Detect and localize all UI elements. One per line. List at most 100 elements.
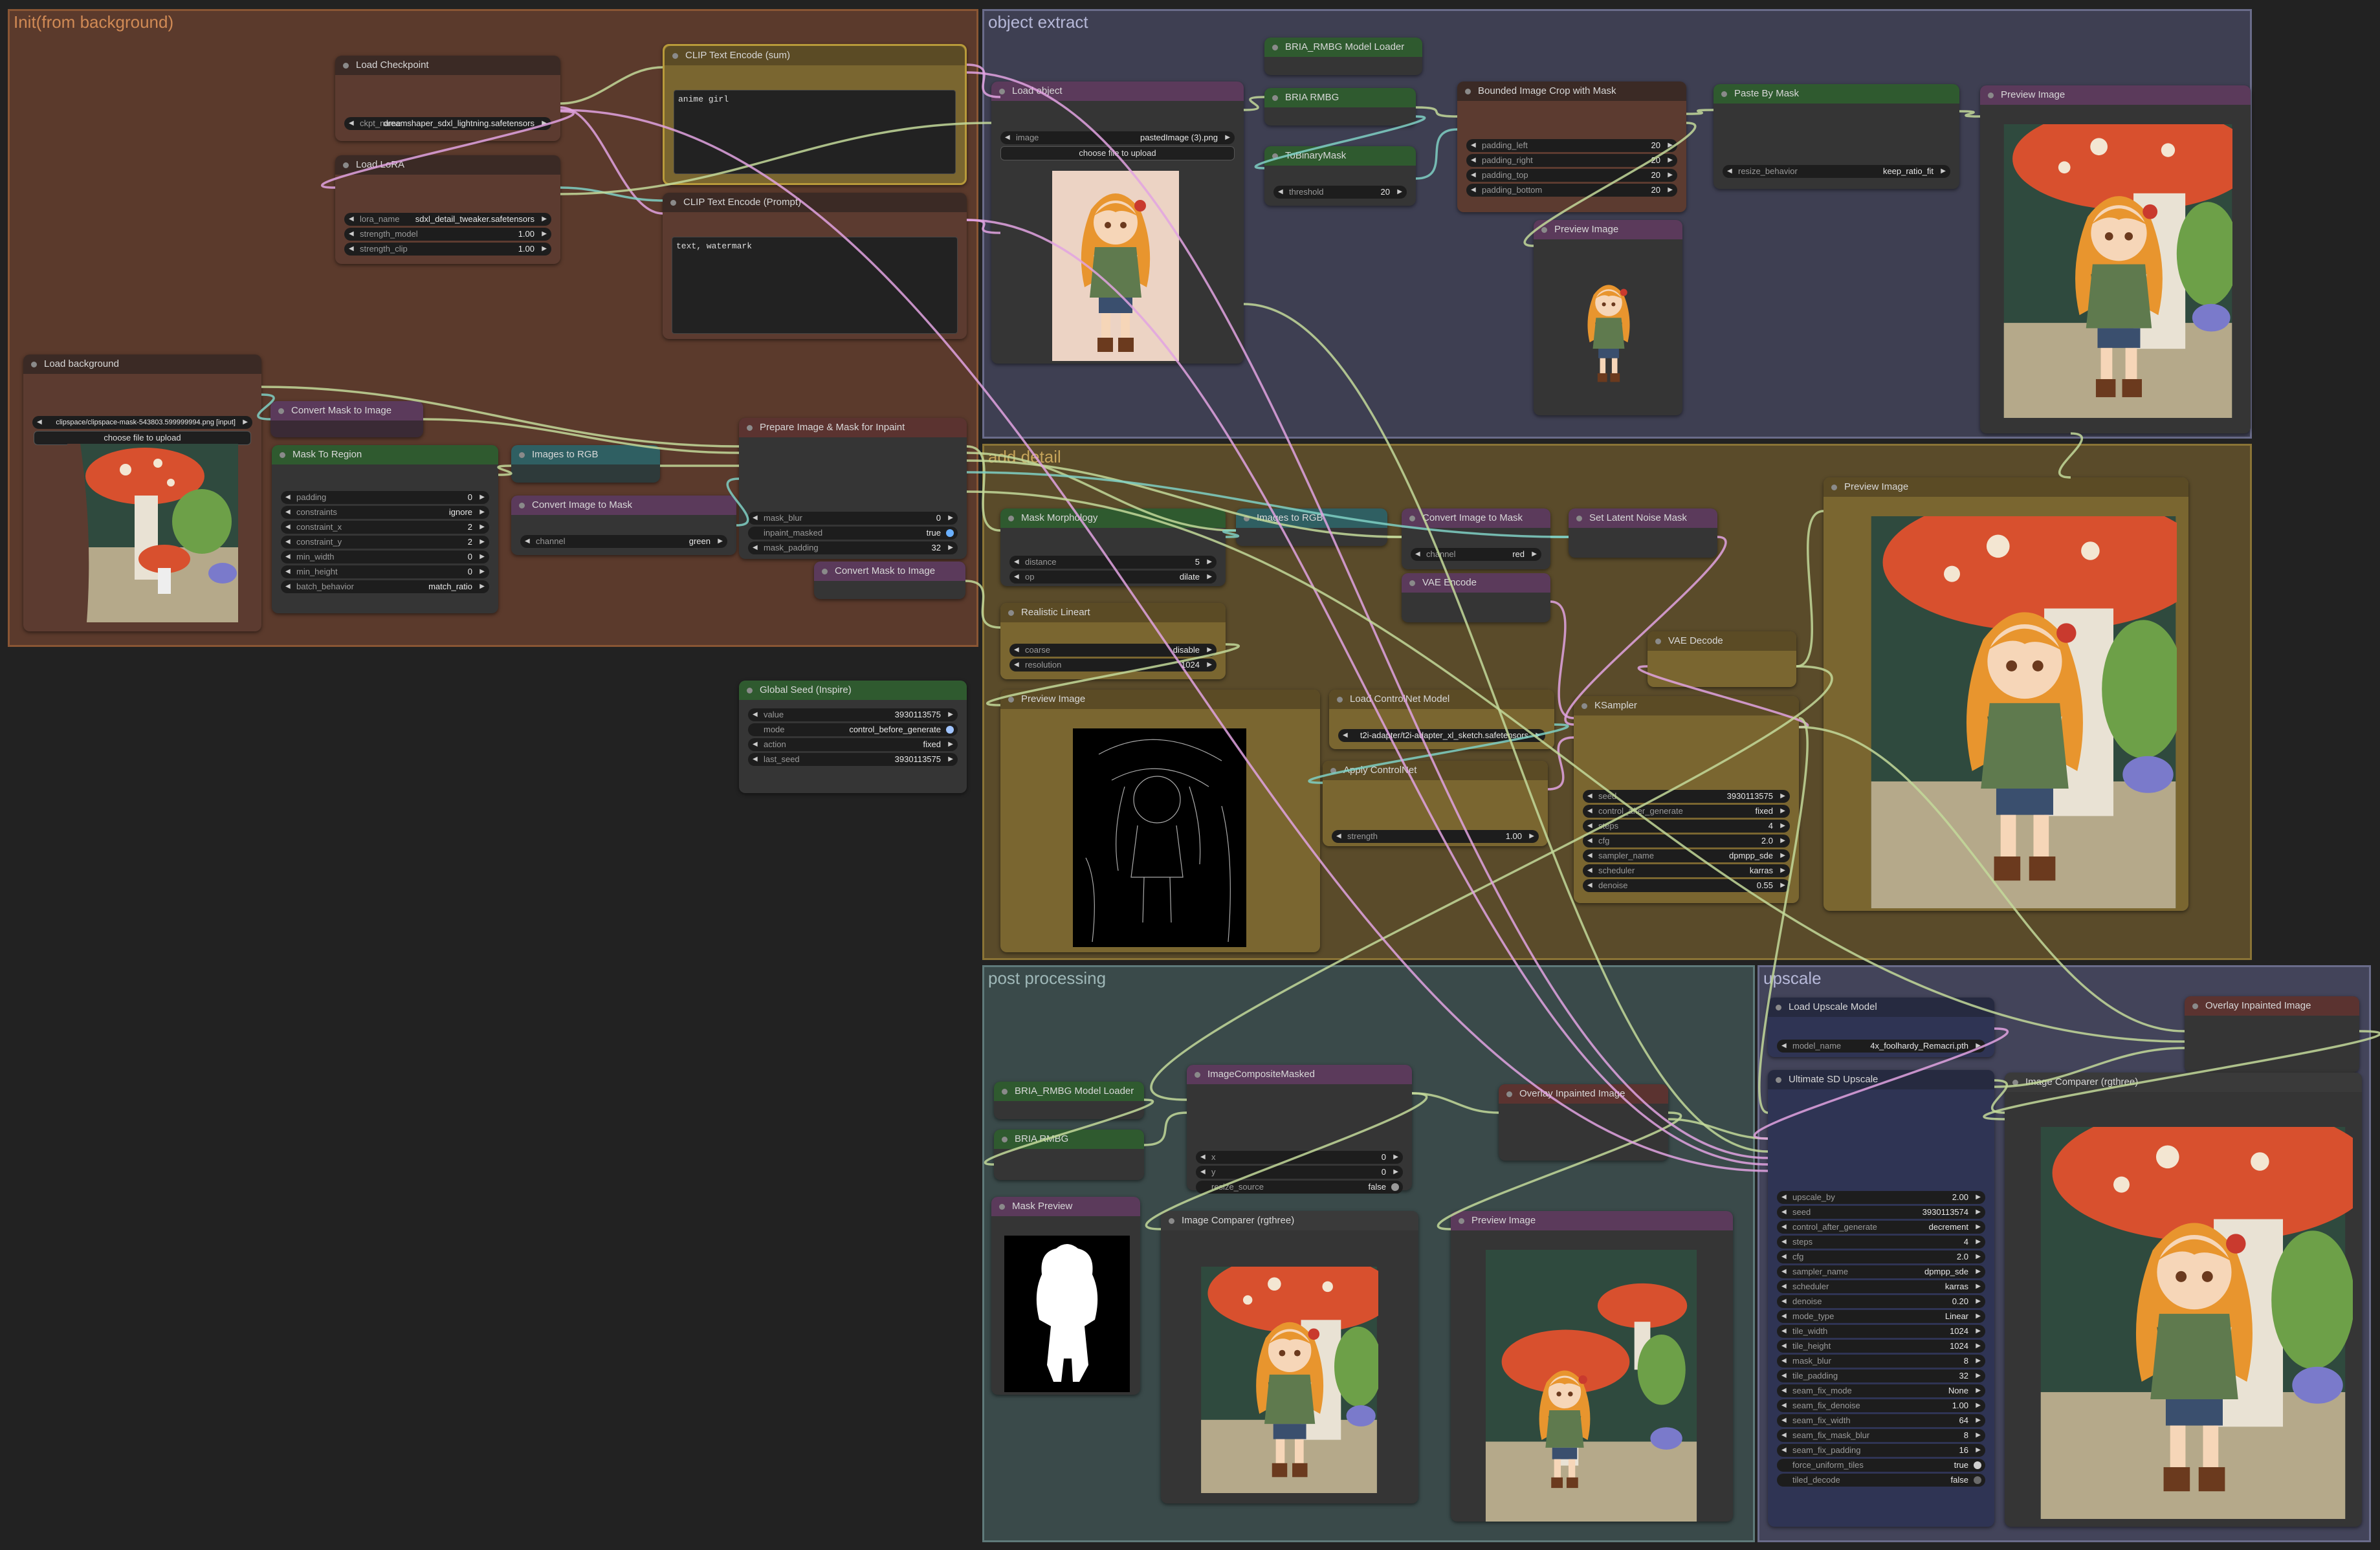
widget-action[interactable]: actionfixed [748,738,958,751]
widget-sampler-name[interactable]: sampler_namedpmpp_sde [1583,849,1790,862]
channel-widget[interactable]: channelgreen [520,535,727,548]
node-paste-by-mask[interactable]: Paste By Mask resize_behaviorkeep_ratio_… [1713,84,1959,189]
node-to-binary-mask[interactable]: ToBinaryMask threshold20 [1264,146,1416,206]
widget-mask-blur[interactable]: mask_blur8 [1777,1355,1985,1368]
node-bria-rmbg-1[interactable]: BRIA RMBG [1264,88,1416,126]
node-load-controlnet[interactable]: Load ControlNet Model t2i-adapter/t2i-ad… [1329,690,1554,749]
widget-seam-fix-width[interactable]: seam_fix_width64 [1777,1414,1985,1427]
widget-seam-fix-denoise[interactable]: seam_fix_denoise1.00 [1777,1399,1985,1412]
force-uniform-tiles-toggle[interactable]: force_uniform_tiles true [1777,1459,1985,1472]
strength-model-widget[interactable]: strength_model1.00 [344,228,551,241]
node-convert-mask-to-image-2[interactable]: Convert Mask to Image [814,562,965,599]
widget-batch-behavior[interactable]: batch_behaviormatch_ratio [281,580,489,593]
resize-source-toggle[interactable]: resize_source false [1196,1181,1403,1194]
node-overlay-inpainted-1[interactable]: Overlay Inpainted Image [1499,1084,1668,1161]
widget-mode-type[interactable]: mode_typeLinear [1777,1310,1985,1323]
node-preview-lineart[interactable]: Preview Image [1000,690,1320,952]
channel-widget[interactable]: channelred [1411,548,1541,561]
node-clip-text-encode-sum[interactable]: CLIP Text Encode (sum) anime girl [663,44,967,185]
lora-name-widget[interactable]: lora_namesdxl_detail_tweaker.safetensors [344,213,551,226]
widget-upscale-by[interactable]: upscale_by2.00 [1777,1191,1985,1204]
widget-padding-left[interactable]: padding_left20 [1466,139,1677,152]
widget-padding-top[interactable]: padding_top20 [1466,169,1677,182]
object-image-select[interactable]: imagepastedImage (3).png [1000,131,1235,144]
widget-constraint-y[interactable]: constraint_y2 [281,536,489,549]
mask-blur-widget[interactable]: mask_blur0 [748,512,958,525]
node-mask-to-region[interactable]: Mask To Region padding0 constraintsignore… [272,445,498,613]
widget-constraint-x[interactable]: constraint_x2 [281,521,489,534]
toggle-knob[interactable] [1391,1183,1399,1191]
widget-cfg[interactable]: cfg2.0 [1777,1250,1985,1263]
widget-scheduler[interactable]: schedulerkarras [1583,864,1790,877]
x-widget[interactable]: x0 [1196,1151,1403,1164]
node-bria-model-loader-1[interactable]: BRIA_RMBG Model Loader [1264,38,1422,75]
node-vae-encode[interactable]: VAE Encode [1402,573,1550,622]
background-image-select[interactable]: clipspace/clipspace-mask-543803.59999999… [32,416,252,429]
resize-behavior-widget[interactable]: resize_behaviorkeep_ratio_fit [1723,165,1950,178]
widget-last-seed[interactable]: last_seed3930113575 [748,753,958,766]
toggle-knob[interactable] [946,529,954,537]
node-bria-model-loader-2[interactable]: BRIA_RMBG Model Loader [994,1082,1144,1119]
widget-denoise[interactable]: denoise0.20 [1777,1295,1985,1308]
distance-widget[interactable]: distance5 [1009,556,1217,569]
node-overlay-inpainted-2[interactable]: Overlay Inpainted Image [2185,996,2359,1073]
node-images-to-rgb-2[interactable]: Images to RGB [1236,508,1387,546]
widget-seed[interactable]: seed3930113575 [1583,790,1790,803]
node-bounded-image-crop[interactable]: Bounded Image Crop with Mask padding_lef… [1457,82,1686,212]
node-set-latent-noise-mask[interactable]: Set Latent Noise Mask [1569,508,1717,558]
widget-sampler-name[interactable]: sampler_namedpmpp_sde [1777,1265,1985,1278]
node-preview-paste[interactable]: Preview Image [1980,85,2251,433]
widget-scheduler[interactable]: schedulerkarras [1777,1280,1985,1293]
node-ultimate-sd-upscale[interactable]: Ultimate SD Upscale upscale_by2.00 seed39… [1768,1070,1994,1527]
widget-steps[interactable]: steps4 [1777,1236,1985,1249]
node-vae-decode[interactable]: VAE Decode [1647,631,1796,687]
node-ksampler[interactable]: KSampler seed3930113575 control_after_gen… [1574,696,1799,903]
strength-widget[interactable]: strength1.00 [1332,830,1539,843]
negative-prompt-textarea[interactable]: text, watermark [672,237,958,334]
node-convert-image-to-mask-1[interactable]: Convert Image to Mask channelgreen [511,496,736,555]
toggle-knob[interactable] [1974,1461,1981,1469]
model-name-widget[interactable]: model_name4x_foolhardy_Remacri.pth [1777,1040,1985,1053]
node-convert-mask-to-image-1[interactable]: Convert Mask to Image [270,401,423,437]
node-apply-controlnet[interactable]: Apply ControlNet strength1.00 [1323,761,1548,846]
node-image-comparer-2[interactable]: Image Comparer (rgthree) [2005,1073,2362,1527]
node-load-lora[interactable]: Load LoRA lora_namesdxl_detail_tweaker.s… [335,155,560,264]
node-image-comparer-1[interactable]: Image Comparer (rgthree) [1161,1211,1418,1503]
widget-control-after-generate[interactable]: control_after_generatefixed [1583,805,1790,818]
widget-padding-right[interactable]: padding_right20 [1466,154,1677,167]
prompt-textarea[interactable]: anime girl [674,90,956,174]
widget-seam-fix-mode[interactable]: seam_fix_modeNone [1777,1384,1985,1397]
node-preview-detail[interactable]: Preview Image [1824,477,2188,911]
widget-seam-fix-padding[interactable]: seam_fix_padding16 [1777,1444,1985,1457]
widget-tile-padding[interactable]: tile_padding32 [1777,1370,1985,1382]
threshold-widget[interactable]: threshold20 [1273,186,1407,199]
widget-constraints[interactable]: constraintsignore [281,506,489,519]
toggle-knob[interactable] [946,726,954,734]
widget-seam-fix-mask-blur[interactable]: seam_fix_mask_blur8 [1777,1429,1985,1442]
choose-file-button[interactable]: choose file to upload [1000,146,1235,160]
controlnet-name-widget[interactable]: t2i-adapter/t2i-adapter_xl_sketch.safete… [1338,729,1545,742]
tiled-decode-toggle[interactable]: tiled_decode false [1777,1474,1985,1487]
widget-padding-bottom[interactable]: padding_bottom20 [1466,184,1677,197]
node-load-checkpoint[interactable]: Load Checkpoint ckpt_namedreamshaper_sdx… [335,56,560,141]
toggle-knob[interactable] [1974,1476,1981,1484]
node-images-to-rgb-1[interactable]: Images to RGB [511,445,660,483]
widget-seed[interactable]: seed3930113574 [1777,1206,1985,1219]
node-global-seed[interactable]: Global Seed (Inspire) value3930113575 mod… [739,681,967,793]
node-bria-rmbg-2[interactable]: BRIA RMBG [994,1130,1144,1180]
node-mask-morphology[interactable]: Mask Morphology distance5 opdilate [1000,508,1226,586]
node-load-object[interactable]: Load object imagepastedImage (3).png cho… [991,82,1244,364]
node-image-composite-masked[interactable]: ImageCompositeMasked x0 y0 resize_source… [1187,1065,1412,1194]
widget-denoise[interactable]: denoise0.55 [1583,879,1790,892]
strength-clip-widget[interactable]: strength_clip1.00 [344,243,551,256]
ckpt-name-widget[interactable]: ckpt_namedreamshaper_sdxl_lightning.safe… [344,117,551,130]
coarse-widget[interactable]: coarsedisable [1009,644,1217,657]
op-widget[interactable]: opdilate [1009,571,1217,584]
node-convert-image-to-mask-2[interactable]: Convert Image to Mask channelred [1402,508,1550,569]
widget-mode[interactable]: mode control_before_generate [748,723,958,736]
widget-tile-width[interactable]: tile_width1024 [1777,1325,1985,1338]
mask-padding-widget[interactable]: mask_padding32 [748,541,958,554]
choose-file-button[interactable]: choose file to upload [34,431,251,445]
widget-tile-height[interactable]: tile_height1024 [1777,1340,1985,1353]
node-clip-text-encode-prompt[interactable]: CLIP Text Encode (Prompt) text, watermar… [663,193,967,339]
